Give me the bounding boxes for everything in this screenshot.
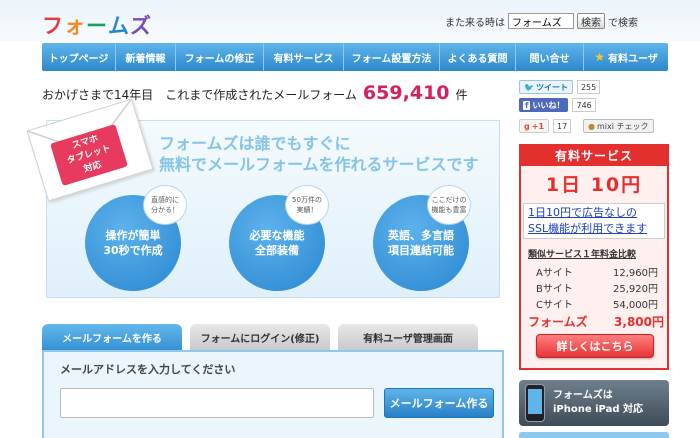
logo-char: ー <box>86 14 108 38</box>
gplus-icon: g <box>524 121 530 131</box>
nav-label: 問い合せ <box>529 53 570 65</box>
price-row-formz: フォームズ 3,800円 <box>528 313 664 330</box>
twitter-bird-icon: 🐦 <box>524 82 534 92</box>
sidebar-next-banner <box>519 432 669 438</box>
hero-banner: スマホ タブレット 対応 フォームズは誰でもすぐに 無料でメールフォームを作れる… <box>26 98 500 298</box>
gplus-count: 17 <box>553 119 572 133</box>
nav-label: 有料ユーザ <box>607 53 658 65</box>
nav-item-news[interactable]: 新着情報 <box>116 43 176 71</box>
gplus-label: +1 <box>531 121 545 131</box>
logo-char: ム <box>108 14 130 38</box>
price-row: Cサイト 54,000円 <box>536 296 658 311</box>
price-row: Bサイト 25,920円 <box>536 280 658 295</box>
counter-suffix: 件 <box>455 88 468 102</box>
like-label: いいね！ <box>532 100 565 110</box>
tab-login[interactable]: フォームにログイン(修正) <box>190 324 330 350</box>
site-logo[interactable]: フォームズ <box>42 10 152 40</box>
email-label: メールアドレスを入力してください <box>60 363 236 376</box>
like-button[interactable]: f いいね！ <box>519 98 569 112</box>
like-widget: f いいね！ 746 <box>519 98 596 112</box>
details-button[interactable]: 詳しくはこちら <box>536 334 654 358</box>
mixi-check-button[interactable]: ● mixi チェック <box>583 119 654 133</box>
search-prefix: また来る時は <box>445 17 505 29</box>
tab-admin[interactable]: 有料ユーザ管理画面 <box>338 324 478 350</box>
feature-bubble: ここだけの 機能も豊富 <box>427 185 471 225</box>
hero-title-line: 無料でメールフォームを作れるサービスです <box>159 155 479 174</box>
counter-prefix: おかげさまで14年目 これまで作成されたメールフォーム <box>42 88 357 102</box>
nav-label: フォームの修正 <box>184 53 255 65</box>
nav-item-top[interactable]: トップページ <box>42 43 116 71</box>
tweet-count: 255 <box>576 80 601 94</box>
nav-label: 新着情報 <box>125 53 166 65</box>
star-icon: ★ <box>594 50 605 64</box>
main-nav: トップページ 新着情報 フォームの修正 有料サービス フォーム設置方法 よくある… <box>42 43 668 71</box>
price-row-value: 12,960円 <box>613 268 658 279</box>
tab-create-form[interactable]: メールフォームを作る <box>42 324 182 350</box>
logo-char: フ <box>42 14 64 38</box>
price-row-value: 54,000円 <box>613 300 658 311</box>
like-count: 746 <box>572 98 596 112</box>
email-field[interactable] <box>60 388 374 418</box>
search-button[interactable]: 検索 <box>577 13 605 29</box>
hero-title-line: フォームズは誰でもすぐに <box>159 134 351 153</box>
mixi-widget: ● mixi チェック <box>583 119 654 133</box>
phone-screen-icon <box>528 389 542 414</box>
price-row-name: Aサイト <box>536 268 573 279</box>
facebook-icon: f <box>523 100 531 110</box>
paid-service-header: 有料サービス <box>519 144 669 166</box>
logo-char: ォ <box>64 14 86 38</box>
feature-bubble: 直感的に 分かる！ <box>143 185 187 225</box>
logo-char: ズ <box>130 14 152 38</box>
feature-bubble: 50万件の 実績！ <box>285 185 329 225</box>
nav-label: よくある質問 <box>447 53 508 65</box>
paid-note-link[interactable]: 1日10円で広告なしの SSL機能が利用できます <box>523 203 665 239</box>
nav-item-contact[interactable]: 問い合せ <box>516 43 584 71</box>
compare-title: 類似サービス１年料金比較 <box>528 250 637 260</box>
tweet-button[interactable]: 🐦 ツイート <box>519 80 573 94</box>
hero-title: フォームズは誰でもすぐに 無料でメールフォームを作れるサービスです <box>159 133 499 175</box>
nav-label: 有料サービス <box>273 53 334 65</box>
tweet-widget: 🐦 ツイート 255 <box>519 80 601 94</box>
nav-item-setup[interactable]: フォーム設置方法 <box>344 43 440 71</box>
price-row-name: Bサイト <box>536 284 573 295</box>
search-suffix: で検索 <box>608 17 638 29</box>
create-form-button[interactable]: メールフォーム作る <box>384 388 494 418</box>
price-row-value: 3,800円 <box>614 315 664 329</box>
form-counter: おかげさまで14年目 これまで作成されたメールフォーム 659,410 件 <box>42 82 467 104</box>
mixi-label: mixi チェック <box>596 121 649 131</box>
price-row-name: Cサイト <box>536 300 573 311</box>
nav-item-faq[interactable]: よくある質問 <box>440 43 516 71</box>
price-row: Aサイト 12,960円 <box>536 264 658 279</box>
mixi-icon: ● <box>588 121 595 131</box>
counter-number: 659,410 <box>362 82 450 104</box>
nav-item-paid-user[interactable]: ★ 有料ユーザ <box>584 43 668 71</box>
gplus-widget: g +1 17 <box>519 119 572 133</box>
nav-label: トップページ <box>48 53 109 65</box>
nav-item-edit-form[interactable]: フォームの修正 <box>176 43 264 71</box>
header-search: また来る時は 検索 で検索 <box>445 13 638 29</box>
nav-item-paid-service[interactable]: 有料サービス <box>264 43 344 71</box>
search-input[interactable] <box>508 13 574 29</box>
nav-label: フォーム設置方法 <box>351 53 432 65</box>
price-row-name: フォームズ <box>528 315 588 329</box>
paid-price: 1日 10円 <box>545 174 643 196</box>
tweet-label: ツイート <box>535 82 568 92</box>
price-row-value: 25,920円 <box>613 284 658 295</box>
gplus-button[interactable]: g +1 <box>519 119 550 133</box>
